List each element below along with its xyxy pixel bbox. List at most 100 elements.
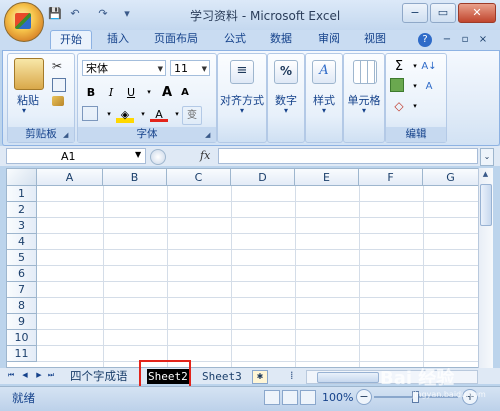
prev-sheet-icon[interactable]: ◀ <box>20 369 30 382</box>
chevron-down-icon[interactable]: ▾ <box>268 106 304 115</box>
percent-icon[interactable]: % <box>274 60 298 84</box>
formula-cancel-icon[interactable] <box>150 149 166 165</box>
cells-icon[interactable] <box>353 60 377 84</box>
grid-line <box>167 186 168 367</box>
row-header[interactable]: 9 <box>7 314 37 330</box>
font-launcher-icon[interactable]: ◢ <box>205 131 214 140</box>
italic-button[interactable]: I <box>102 84 120 101</box>
normal-view-icon[interactable] <box>264 390 280 405</box>
underline-button[interactable]: U <box>122 84 140 101</box>
scroll-up-icon[interactable]: ▲ <box>480 170 491 181</box>
clear-dropdown-icon[interactable]: ▾ <box>406 98 424 115</box>
font-color-icon[interactable]: A <box>150 106 168 122</box>
column-header[interactable]: B <box>103 169 167 186</box>
name-box[interactable]: A1 ▼ <box>6 148 146 164</box>
row-header[interactable]: 3 <box>7 218 37 234</box>
row-header[interactable]: 11 <box>7 346 37 362</box>
save-icon[interactable]: 💾 <box>48 7 62 21</box>
tab-data[interactable]: 数据 <box>264 30 298 48</box>
paste-button[interactable]: 粘贴 <box>10 92 46 108</box>
shrink-font-button[interactable]: A <box>176 84 194 101</box>
ribbon-minimize-icon[interactable]: − <box>440 33 454 47</box>
customize-quick-access-icon[interactable]: ▾ <box>120 7 134 21</box>
fill-color-icon[interactable]: ◈ <box>116 106 134 123</box>
first-sheet-icon[interactable]: ⏮ <box>6 369 16 382</box>
phonetic-button[interactable]: 变 <box>182 106 202 125</box>
tab-insert[interactable]: 插入 <box>100 30 136 48</box>
ribbon-restore-icon[interactable]: ▫ <box>458 33 472 47</box>
expand-formula-bar-icon[interactable]: ⌄ <box>480 148 494 166</box>
zoom-out-icon[interactable]: − <box>356 389 372 405</box>
help-icon[interactable]: ? <box>418 33 432 47</box>
page-layout-view-icon[interactable] <box>282 390 298 405</box>
vertical-scrollbar[interactable]: ▲ <box>478 168 493 368</box>
minimize-button[interactable]: − <box>402 3 428 23</box>
tab-formulas[interactable]: 公式 <box>218 30 252 48</box>
row-header[interactable]: 6 <box>7 266 37 282</box>
tab-page-layout[interactable]: 页面布局 <box>150 30 202 48</box>
fill-down-icon[interactable] <box>390 78 404 92</box>
bold-button[interactable]: B <box>82 84 100 101</box>
copy-icon[interactable] <box>52 78 66 92</box>
select-all-corner[interactable] <box>7 169 37 186</box>
grow-font-button[interactable]: A <box>158 84 176 101</box>
sort-filter-icon[interactable]: A↓ <box>420 58 438 75</box>
chevron-down-icon[interactable]: ▼ <box>135 150 141 159</box>
chevron-down-icon[interactable]: ▾ <box>218 106 266 115</box>
row-header[interactable]: 2 <box>7 202 37 218</box>
last-sheet-icon[interactable]: ⏭ <box>46 369 56 382</box>
clipboard-launcher-icon[interactable]: ◢ <box>63 131 72 140</box>
paste-dropdown-icon[interactable]: ▾ <box>22 106 26 115</box>
undo-icon[interactable]: ↶ <box>68 7 82 21</box>
cut-icon[interactable]: ✂ <box>52 59 62 73</box>
find-select-icon[interactable]: A <box>420 78 438 95</box>
tab-home[interactable]: 开始 <box>50 30 92 49</box>
row-header[interactable]: 8 <box>7 298 37 314</box>
formula-input[interactable] <box>218 148 478 164</box>
row-header[interactable]: 4 <box>7 234 37 250</box>
styles-icon[interactable]: A <box>312 60 336 84</box>
office-button[interactable] <box>4 2 44 42</box>
column-header[interactable]: E <box>295 169 359 186</box>
tab-split-handle-icon[interactable]: ⁞ <box>290 370 300 382</box>
insert-function-icon[interactable]: fx <box>200 149 210 162</box>
border-icon[interactable] <box>82 106 98 121</box>
page-break-view-icon[interactable] <box>300 390 316 405</box>
horizontal-scroll-thumb[interactable] <box>317 372 379 383</box>
tab-view[interactable]: 视图 <box>358 30 392 48</box>
row-header[interactable]: 1 <box>7 186 37 202</box>
grid-line <box>37 233 491 234</box>
row-header[interactable]: 7 <box>7 282 37 298</box>
sheet-tab[interactable]: 四个字成语 <box>66 369 132 384</box>
grid-line <box>37 361 491 362</box>
worksheet-grid[interactable]: A B C D E F G 1 2 3 4 5 6 7 8 9 10 11 <box>6 168 492 368</box>
insert-sheet-icon[interactable]: ✱ <box>252 370 268 384</box>
column-header[interactable]: A <box>37 169 103 186</box>
chevron-down-icon[interactable]: ▾ <box>306 106 342 115</box>
row-header[interactable]: 10 <box>7 330 37 346</box>
column-header[interactable]: C <box>167 169 231 186</box>
chevron-down-icon[interactable]: ▾ <box>344 106 384 115</box>
paste-icon[interactable] <box>14 58 44 90</box>
restore-button[interactable]: ▭ <box>430 3 456 23</box>
format-painter-icon[interactable] <box>52 96 64 106</box>
tab-review[interactable]: 审阅 <box>312 30 346 48</box>
ribbon-close-icon[interactable]: × <box>476 33 490 47</box>
align-icon[interactable]: ≡ <box>230 60 254 84</box>
font-size-combo[interactable]: 11 ▼ <box>170 60 210 76</box>
close-button[interactable]: ✕ <box>458 3 496 23</box>
next-sheet-icon[interactable]: ▶ <box>34 369 44 382</box>
zoom-level[interactable]: 100% <box>322 391 353 404</box>
column-header[interactable]: F <box>359 169 423 186</box>
column-header[interactable]: D <box>231 169 295 186</box>
row-header[interactable]: 5 <box>7 250 37 266</box>
font-name-combo[interactable]: 宋体 ▼ <box>82 60 166 76</box>
grid-line <box>37 345 491 346</box>
column-header[interactable]: G <box>423 169 479 186</box>
grid-line <box>37 217 491 218</box>
vertical-scroll-thumb[interactable] <box>480 184 492 226</box>
redo-icon[interactable]: ↷ <box>96 7 110 21</box>
grid-line <box>37 297 491 298</box>
sheet-tab[interactable]: Sheet3 <box>198 369 246 384</box>
underline-dropdown-icon[interactable]: ▾ <box>140 84 158 101</box>
